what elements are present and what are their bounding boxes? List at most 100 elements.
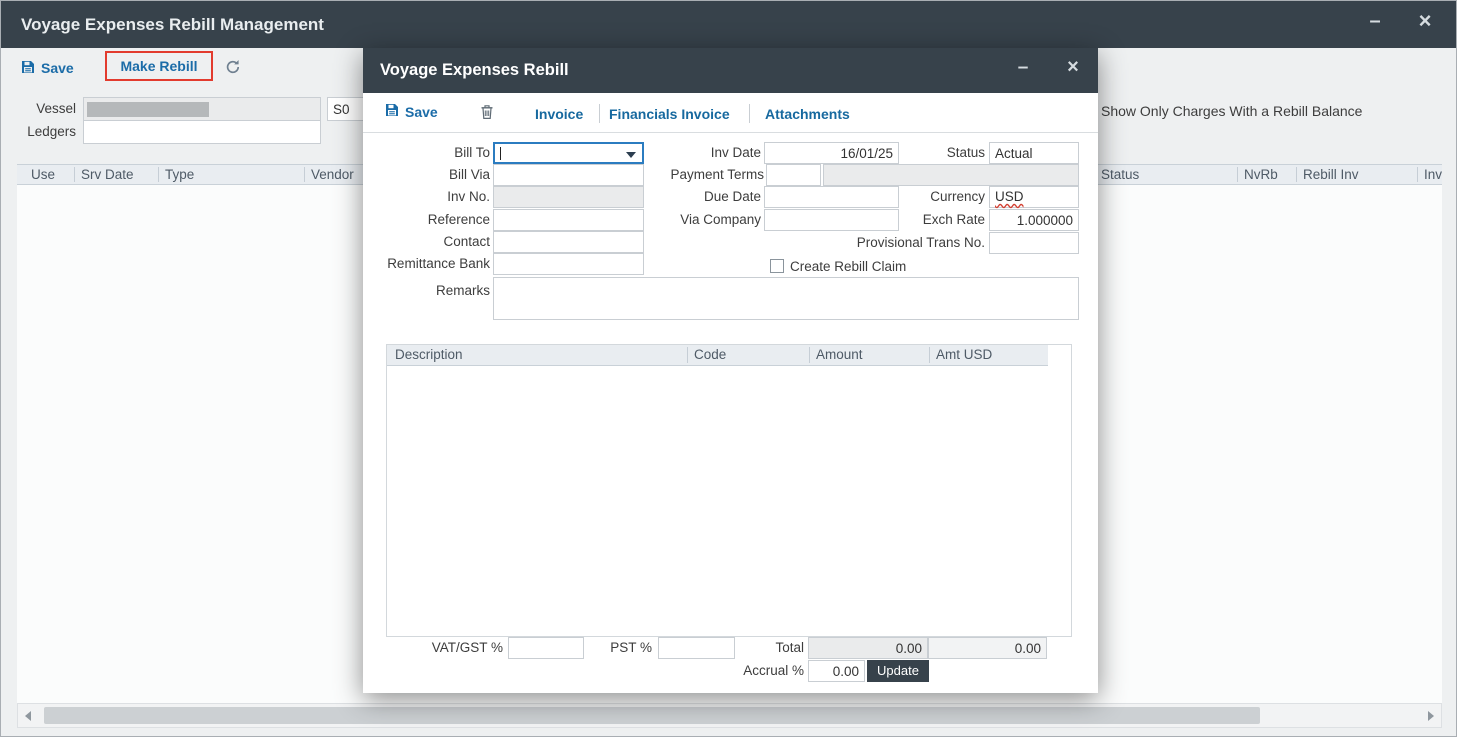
- vessel-label: Vessel: [11, 98, 76, 120]
- dialog-minimize-button[interactable]: –: [1009, 57, 1037, 79]
- text-cursor: [500, 147, 501, 160]
- bill-to-combobox[interactable]: [493, 142, 644, 164]
- provisional-trans-no-label: Provisional Trans No.: [835, 232, 985, 254]
- scroll-right-icon[interactable]: [1428, 711, 1434, 721]
- delete-button[interactable]: [480, 104, 494, 125]
- main-titlebar: Voyage Expenses Rebill Management – ×: [1, 1, 1457, 48]
- exch-rate-input[interactable]: [989, 209, 1079, 231]
- via-company-input[interactable]: [764, 209, 899, 231]
- ledgers-label: Ledgers: [11, 121, 76, 143]
- show-only-charges-label[interactable]: Show Only Charges With a Rebill Balance: [1101, 100, 1362, 122]
- dialog-save-button[interactable]: Save: [385, 103, 438, 120]
- column-separator: [74, 167, 75, 182]
- dialog-title: Voyage Expenses Rebill: [380, 48, 569, 93]
- attachments-link[interactable]: Attachments: [765, 106, 850, 122]
- currency-input[interactable]: USD: [989, 186, 1079, 208]
- inv-date-label: Inv Date: [641, 142, 761, 164]
- toolbar-separator: [749, 104, 750, 123]
- inv-no-label: Inv No.: [363, 186, 490, 208]
- remittance-bank-input[interactable]: [493, 253, 644, 275]
- col-use[interactable]: Use: [31, 165, 55, 184]
- main-save-label: Save: [41, 60, 74, 76]
- make-rebill-label: Make Rebill: [120, 58, 197, 74]
- vat-gst-label: VAT/GST %: [403, 637, 503, 659]
- provisional-trans-no-input[interactable]: [989, 232, 1079, 254]
- column-separator: [687, 347, 688, 363]
- col-amt-usd[interactable]: Amt USD: [936, 345, 992, 364]
- column-separator: [304, 167, 305, 182]
- column-separator: [929, 347, 930, 363]
- dialog-table-header: Description Code Amount Amt USD: [387, 345, 1048, 366]
- col-rebill-inv[interactable]: Rebill Inv: [1303, 165, 1359, 184]
- scroll-left-icon[interactable]: [25, 711, 31, 721]
- refresh-button[interactable]: [225, 59, 241, 75]
- make-rebill-button[interactable]: Make Rebill: [105, 51, 213, 81]
- ledgers-input[interactable]: [83, 120, 321, 144]
- due-date-label: Due Date: [661, 186, 761, 208]
- vessel-input[interactable]: [83, 97, 321, 121]
- update-button[interactable]: Update: [867, 660, 929, 682]
- col-status[interactable]: Status: [1101, 165, 1139, 184]
- accrual-label: Accrual %: [704, 660, 804, 682]
- reference-label: Reference: [363, 209, 490, 231]
- column-separator: [1237, 167, 1238, 182]
- bill-via-label: Bill Via: [363, 164, 490, 186]
- contact-label: Contact: [363, 231, 490, 253]
- scrollbar-thumb[interactable]: [44, 707, 1260, 724]
- total-label: Total: [704, 637, 804, 659]
- column-separator: [1417, 167, 1418, 182]
- vessel-value-redacted: [87, 102, 209, 117]
- bill-via-input[interactable]: [493, 164, 644, 186]
- reference-input[interactable]: [493, 209, 644, 231]
- column-separator: [1296, 167, 1297, 182]
- due-date-input[interactable]: [764, 186, 899, 208]
- col-amount[interactable]: Amount: [816, 345, 863, 364]
- main-close-button[interactable]: ×: [1411, 8, 1439, 34]
- invoice-link[interactable]: Invoice: [535, 106, 583, 122]
- dialog-save-label: Save: [405, 104, 438, 120]
- dialog-table-body: [387, 366, 1071, 636]
- main-window-title: Voyage Expenses Rebill Management: [21, 1, 324, 48]
- column-separator: [158, 167, 159, 182]
- currency-label: Currency: [905, 186, 985, 208]
- contact-input[interactable]: [493, 231, 644, 253]
- column-separator: [809, 347, 810, 363]
- payment-terms-input[interactable]: [766, 164, 821, 186]
- refresh-icon: [225, 62, 241, 79]
- dialog-close-button[interactable]: ×: [1059, 56, 1087, 79]
- col-description[interactable]: Description: [395, 345, 463, 364]
- total-amt-usd-input[interactable]: [928, 637, 1047, 659]
- voyage-expenses-rebill-dialog: Voyage Expenses Rebill – × Save Invoice …: [363, 48, 1098, 693]
- create-rebill-claim-label[interactable]: Create Rebill Claim: [790, 256, 906, 278]
- create-rebill-claim-checkbox[interactable]: [770, 259, 784, 273]
- col-vendor[interactable]: Vendor: [311, 165, 354, 184]
- financials-invoice-link[interactable]: Financials Invoice: [609, 106, 730, 122]
- remarks-textarea[interactable]: [493, 277, 1079, 320]
- pst-label: PST %: [552, 637, 652, 659]
- horizontal-scrollbar[interactable]: [17, 703, 1442, 728]
- accrual-input[interactable]: [808, 660, 865, 682]
- total-amount-input[interactable]: [808, 637, 928, 659]
- chevron-down-icon[interactable]: [626, 152, 636, 158]
- col-nvrb[interactable]: NvRb: [1244, 165, 1278, 184]
- col-srv-date[interactable]: Srv Date: [81, 165, 134, 184]
- status-input[interactable]: [989, 142, 1079, 164]
- inv-date-input[interactable]: [764, 142, 899, 164]
- inv-no-input[interactable]: [493, 186, 644, 208]
- save-icon: [21, 60, 35, 77]
- col-code[interactable]: Code: [694, 345, 726, 364]
- currency-value: USD: [995, 189, 1024, 204]
- dialog-titlebar: Voyage Expenses Rebill – ×: [363, 48, 1098, 93]
- trash-icon: [480, 107, 494, 124]
- remarks-label: Remarks: [363, 280, 490, 302]
- remittance-bank-label: Remittance Bank: [363, 253, 490, 275]
- main-save-button[interactable]: Save: [21, 57, 74, 79]
- main-minimize-button[interactable]: –: [1361, 10, 1389, 33]
- status-label: Status: [905, 142, 985, 164]
- bill-to-label: Bill To: [363, 142, 490, 164]
- col-type[interactable]: Type: [165, 165, 194, 184]
- payment-terms-label: Payment Terms: [651, 164, 764, 186]
- col-inv[interactable]: Inv: [1424, 165, 1442, 184]
- payment-terms-desc-input[interactable]: [823, 164, 1079, 186]
- exch-rate-label: Exch Rate: [905, 209, 985, 231]
